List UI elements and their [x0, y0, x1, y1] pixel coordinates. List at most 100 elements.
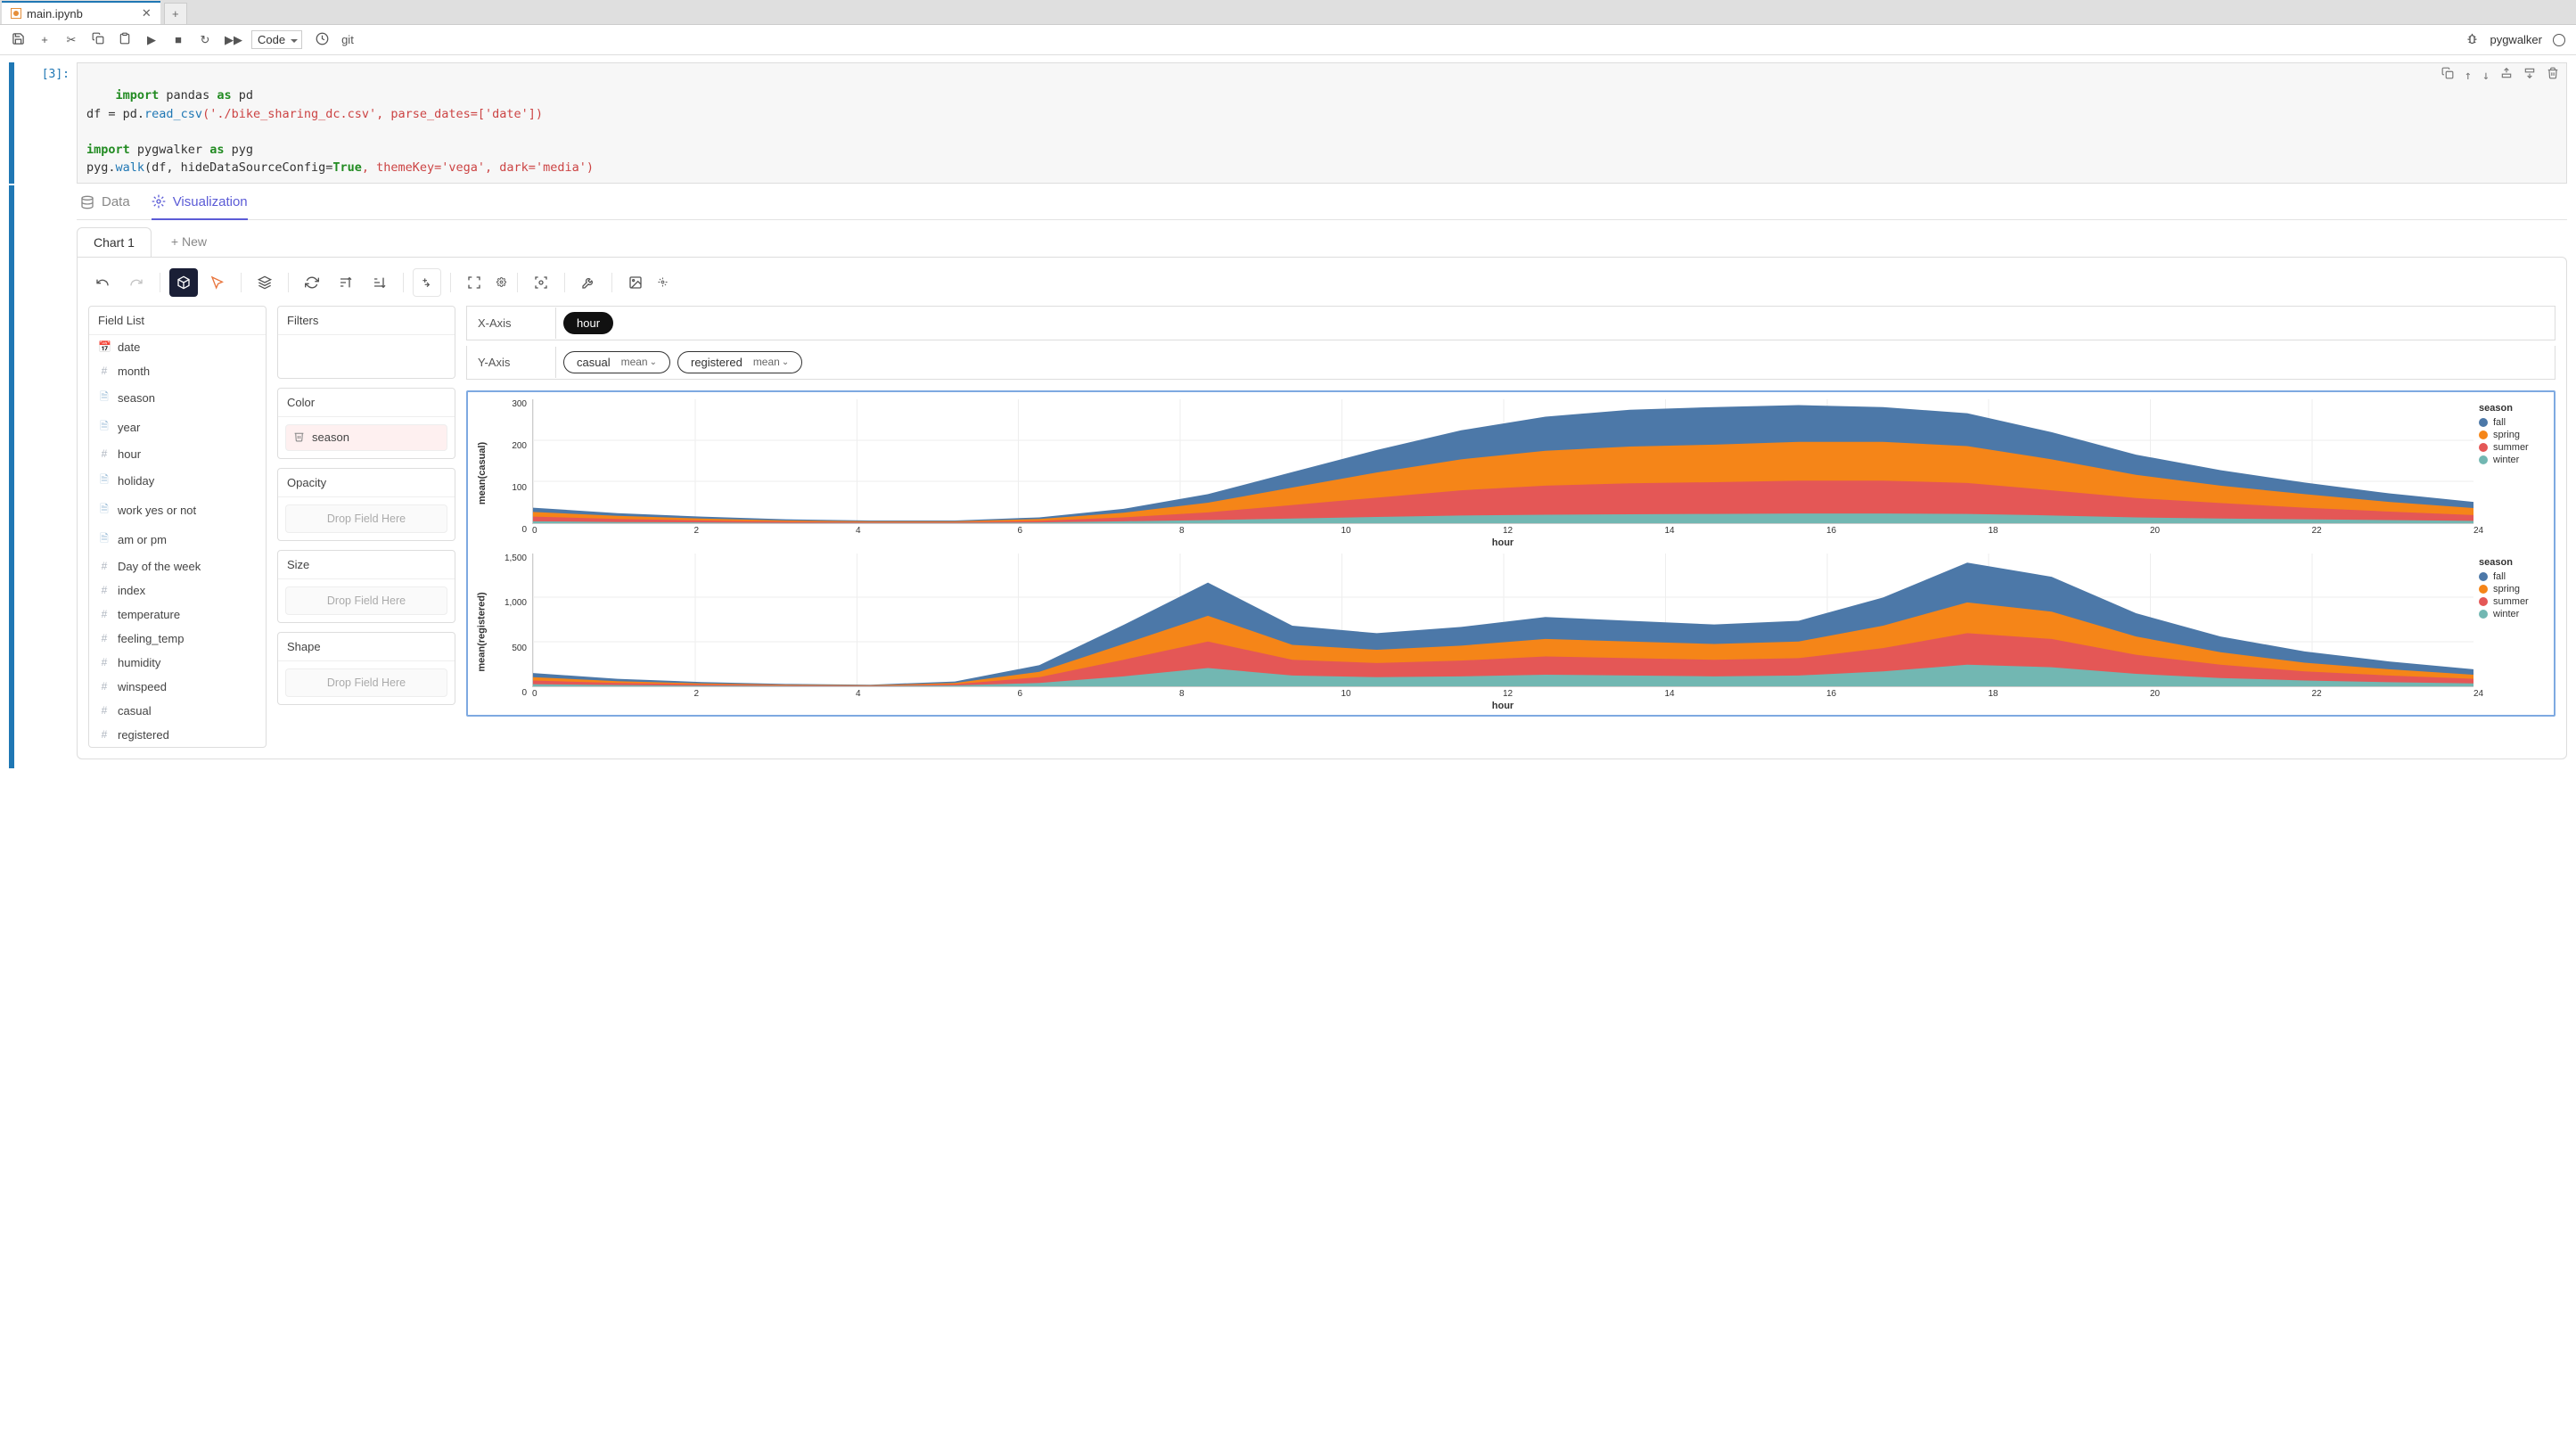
cell-action-bar: ↑ ↓ [2441, 67, 2559, 85]
registered-area-chart [532, 554, 2473, 687]
size-dropzone[interactable]: Drop Field Here [285, 586, 447, 615]
filters-shelf[interactable]: Filters [277, 306, 455, 379]
code-cell[interactable]: [3]: ↑ ↓ import pandas as pd df = pd.rea… [9, 62, 2567, 184]
hash-icon: # [98, 447, 111, 460]
close-icon[interactable]: ✕ [142, 6, 152, 20]
focus-icon[interactable] [527, 268, 555, 297]
chart-tab-1[interactable]: Chart 1 [77, 227, 152, 257]
run-icon[interactable]: ▶ [144, 33, 159, 47]
field-item-temperature[interactable]: #temperature [89, 603, 266, 627]
doc-icon: 🗎 [98, 389, 111, 407]
y-axis-pill-casual[interactable]: casual mean [563, 351, 670, 373]
paste-icon[interactable] [118, 32, 132, 47]
field-item-index[interactable]: #index [89, 578, 266, 603]
field-item-winspeed[interactable]: #winspeed [89, 675, 266, 699]
pygwalker-panel: Field List 📅date#month🗎season🗎year#hour🗎… [77, 257, 2567, 759]
shape-shelf[interactable]: Shape Drop Field Here [277, 632, 455, 705]
restart-icon[interactable]: ↻ [198, 33, 212, 47]
chart-canvas[interactable]: mean(casual) 3002001000 0246810121416182… [466, 390, 2555, 717]
field-item-Day-of-the-week[interactable]: #Day of the week [89, 554, 266, 578]
chart-main-column: X-Axis hour Y-Axis casual mean [466, 306, 2555, 717]
sort-asc-icon[interactable] [332, 268, 360, 297]
hash-icon: # [98, 632, 111, 644]
doc-icon: 🗎 [98, 501, 111, 520]
doc-icon: 🗎 [98, 472, 111, 490]
legend-registered: seasonfallspringsummerwinter [2479, 554, 2550, 711]
cut-icon[interactable]: ✂ [64, 33, 78, 47]
stop-icon[interactable]: ■ [171, 33, 185, 46]
field-item-humidity[interactable]: #humidity [89, 651, 266, 675]
hash-icon: # [98, 560, 111, 572]
tab-visualization[interactable]: Visualization [152, 194, 248, 220]
x-axis-pill-hour[interactable]: hour [563, 312, 613, 334]
run-all-icon[interactable]: ▶▶ [225, 33, 239, 47]
sort-desc-icon[interactable] [365, 268, 394, 297]
shape-dropzone[interactable]: Drop Field Here [285, 668, 447, 697]
cursor-select-icon[interactable] [203, 268, 232, 297]
opacity-shelf[interactable]: Opacity Drop Field Here [277, 468, 455, 541]
git-label[interactable]: git [341, 33, 354, 46]
wrench-icon[interactable] [574, 268, 603, 297]
insert-above-icon[interactable] [2500, 67, 2513, 85]
field-item-holiday[interactable]: 🗎holiday [89, 466, 266, 496]
color-shelf[interactable]: Color season [277, 388, 455, 459]
move-down-icon[interactable]: ↓ [2482, 67, 2490, 85]
field-item-am-or-pm[interactable]: 🗎am or pm [89, 525, 266, 554]
fullscreen-icon[interactable] [460, 268, 488, 297]
field-item-date[interactable]: 📅date [89, 335, 266, 359]
cell-editor[interactable]: ↑ ↓ import pandas as pd df = pd.read_csv… [77, 62, 2567, 184]
y-axis-pill-registered[interactable]: registered mean [677, 351, 802, 373]
opacity-dropzone[interactable]: Drop Field Here [285, 504, 447, 533]
hash-icon: # [98, 704, 111, 717]
agg-select-registered[interactable]: mean [753, 356, 789, 368]
cell-output: Data Visualization Chart 1 + New [9, 185, 2576, 768]
cube-3d-icon[interactable] [169, 268, 198, 297]
kernel-name[interactable]: pygwalker [2490, 33, 2542, 46]
refresh-icon[interactable] [298, 268, 326, 297]
color-field-pill[interactable]: season [285, 424, 447, 451]
new-chart-tab[interactable]: + New [155, 227, 223, 257]
field-item-hour[interactable]: #hour [89, 442, 266, 466]
field-list-panel: Field List 📅date#month🗎season🗎year#hour🗎… [88, 306, 267, 748]
cell-type-select[interactable]: Code [251, 30, 302, 49]
legend-casual: seasonfallspringsummerwinter [2479, 399, 2550, 548]
fullscreen-settings-icon[interactable] [494, 268, 508, 297]
layers-icon[interactable] [250, 268, 279, 297]
field-item-month[interactable]: #month [89, 359, 266, 383]
field-item-feeling_temp[interactable]: #feeling_temp [89, 627, 266, 651]
field-list-header: Field List [89, 307, 266, 335]
kernel-status-icon[interactable] [2553, 34, 2565, 46]
file-tab-main[interactable]: main.ipynb ✕ [2, 1, 160, 24]
field-item-casual[interactable]: #casual [89, 699, 266, 723]
agg-select-casual[interactable]: mean [621, 356, 657, 368]
copy-icon[interactable] [91, 32, 105, 47]
field-item-season[interactable]: 🗎season [89, 383, 266, 413]
export-settings-icon[interactable] [655, 268, 669, 297]
y-axis-shelf[interactable]: Y-Axis casual mean registered mean [466, 346, 2555, 380]
field-item-year[interactable]: 🗎year [89, 413, 266, 442]
command-history-icon[interactable] [315, 32, 329, 48]
cell-prompt: [3]: [14, 62, 77, 184]
code-kw: import [116, 88, 160, 102]
insert-below-icon[interactable] [2523, 67, 2536, 85]
move-up-icon[interactable]: ↑ [2465, 67, 2472, 85]
add-cell-icon[interactable]: + [37, 33, 52, 46]
save-icon[interactable] [11, 32, 25, 48]
undo-icon[interactable] [88, 268, 117, 297]
image-export-icon[interactable] [621, 268, 650, 297]
redo-icon[interactable] [122, 268, 151, 297]
transpose-icon[interactable] [413, 268, 441, 297]
bug-icon[interactable] [2465, 32, 2479, 48]
size-shelf[interactable]: Size Drop Field Here [277, 550, 455, 623]
pygwalker-top-tabs: Data Visualization [77, 185, 2567, 220]
tab-data[interactable]: Data [80, 194, 130, 219]
delete-cell-icon[interactable] [2547, 67, 2559, 85]
new-tab-button[interactable]: + [164, 3, 187, 24]
x-axis-shelf[interactable]: X-Axis hour [466, 306, 2555, 340]
file-tab-bar: main.ipynb ✕ + [0, 0, 2576, 25]
field-item-work-yes-or-not[interactable]: 🗎work yes or not [89, 496, 266, 525]
chart-casual: mean(casual) 3002001000 0246810121416182… [472, 399, 2550, 548]
remove-color-icon[interactable] [293, 430, 305, 445]
duplicate-cell-icon[interactable] [2441, 67, 2454, 85]
field-item-registered[interactable]: #registered [89, 723, 266, 747]
